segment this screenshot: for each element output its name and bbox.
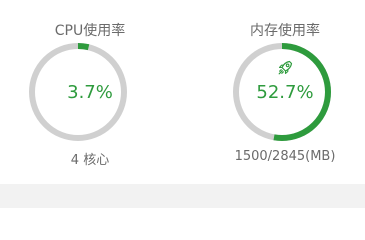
cpu-cores: 4 核心 (70, 153, 110, 168)
system-usage-panel: CPU使用率 3.7% 4 核心 内存使用率 52.7% 1500/2845(M… (0, 0, 365, 208)
memory-usage-card: 内存使用率 52.7% 1500/2845(MB) (195, 0, 365, 190)
cpu-usage-card: CPU使用率 3.7% 4 核心 (0, 0, 180, 190)
memory-usage-amount: 1500/2845(MB) (234, 149, 336, 164)
cpu-title: CPU使用率 (54, 23, 126, 39)
cpu-percent: 3.7% (67, 82, 113, 103)
memory-percent: 52.7% (256, 82, 314, 103)
rocket-icon (195, 58, 365, 80)
footer-divider (0, 184, 365, 208)
memory-title: 内存使用率 (250, 23, 320, 39)
